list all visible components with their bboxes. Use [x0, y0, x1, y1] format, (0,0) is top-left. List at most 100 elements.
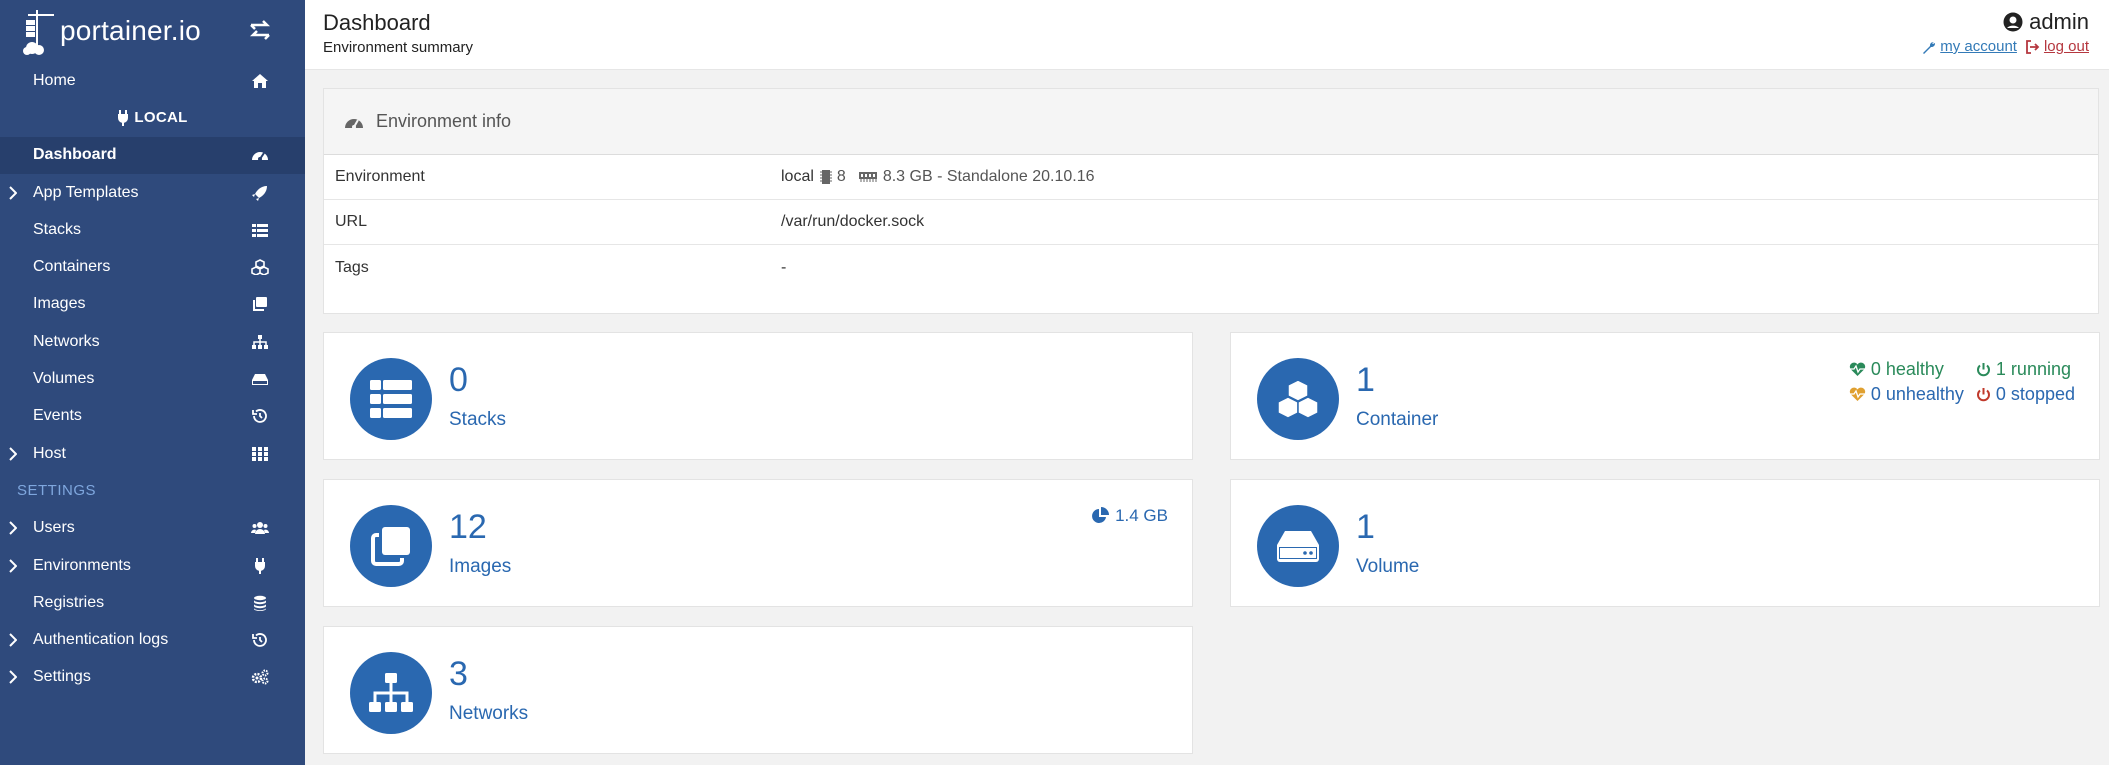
sidebar-item-label: Containers — [33, 258, 111, 276]
sidebar-item-label: Environments — [33, 556, 131, 574]
networks-tile[interactable]: 3 Networks — [323, 626, 1193, 754]
row-key: Environment — [335, 168, 425, 185]
sidebar-item-containers[interactable]: Containers — [0, 248, 305, 285]
networks-tile-icon-circle — [350, 652, 432, 734]
sidebar-item-users[interactable]: Users — [0, 510, 305, 547]
sidebar-item-authentication-logs[interactable]: Authentication logs — [0, 621, 305, 658]
pie-chart-icon — [1092, 507, 1110, 523]
plug-icon — [255, 557, 265, 574]
cubes-icon — [1277, 379, 1319, 419]
networks-count: 3 — [449, 655, 468, 693]
plug-icon — [118, 109, 129, 126]
microchip-icon — [819, 170, 832, 184]
row-key: Tags — [335, 258, 369, 276]
chevron-right-icon — [9, 670, 17, 685]
sidebar-item-label: Users — [33, 519, 75, 537]
running-status: 1 running — [1976, 359, 2075, 380]
containers-tile-icon-circle — [1257, 358, 1339, 440]
chevron-right-icon — [9, 558, 17, 573]
sidebar-item-label: Volumes — [33, 370, 95, 388]
sidebar-item-label: Networks — [33, 332, 100, 350]
sidebar-item-label: Authentication logs — [33, 631, 169, 649]
sidebar-item-stacks[interactable]: Stacks — [0, 211, 305, 248]
sidebar-item-label: Home — [33, 71, 76, 89]
sidebar-item-label: Images — [33, 295, 86, 313]
row-value: - — [781, 258, 787, 276]
volumes-count: 1 — [1356, 508, 1375, 546]
unhealthy-status: 0 unhealthy — [1849, 384, 1964, 405]
stacks-tile-icon-circle — [350, 358, 432, 440]
sidebar-item-events[interactable]: Events — [0, 398, 305, 435]
sidebar-item-label: Settings — [33, 668, 91, 686]
table-row: URL /var/run/docker.sock — [324, 200, 2098, 245]
stacks-tile[interactable]: 0 Stacks — [323, 332, 1193, 460]
heartbeat-icon — [1849, 362, 1866, 376]
user-menu: admin — [2003, 9, 2089, 35]
environment-title: LOCAL — [0, 99, 305, 136]
sidebar-item-settings[interactable]: Settings — [0, 659, 305, 696]
users-icon — [251, 522, 269, 535]
sidebar-item-images[interactable]: Images — [0, 286, 305, 323]
th-icon — [252, 446, 268, 461]
memory-and-version: 8.3 GB - Standalone 20.10.16 — [882, 168, 1095, 185]
page-title: Dashboard — [323, 10, 431, 35]
clone-icon — [371, 527, 410, 566]
heartbeat-icon — [1849, 387, 1866, 401]
sidebar-item-label: Dashboard — [33, 146, 117, 164]
sidebar-item-home[interactable]: Home — [0, 62, 305, 99]
user-circle-icon — [2003, 12, 2023, 32]
log-out-label: log out — [2043, 38, 2089, 55]
healthy-count: 0 healthy — [1870, 359, 1944, 379]
rocket-icon — [252, 185, 267, 201]
wrench-icon — [1923, 41, 1936, 54]
brand[interactable]: portainer.io — [0, 0, 305, 62]
my-account-label: my account — [1940, 38, 2017, 55]
sidebar-item-host[interactable]: Host — [0, 435, 305, 472]
sidebar: portainer.io Home LOCAL Dashboard App Te… — [0, 0, 305, 765]
running-count: 1 running — [1995, 359, 2071, 379]
clone-icon — [253, 297, 267, 312]
environment-info-title: Environment info — [376, 111, 512, 131]
list-icon — [370, 380, 412, 418]
images-size-value: 1.4 GB — [1115, 506, 1168, 525]
healthy-status: 0 healthy — [1849, 359, 1964, 380]
hdd-icon — [252, 374, 268, 386]
sidebar-item-volumes[interactable]: Volumes — [0, 360, 305, 397]
cpu-count: 8 — [836, 168, 846, 185]
containers-tile[interactable]: 1 Container 0 healthy 1 running 0 unheal… — [1230, 332, 2100, 460]
chevron-right-icon — [9, 446, 17, 461]
my-account-link[interactable]: my account — [1922, 38, 2017, 55]
volumes-tile[interactable]: 1 Volume — [1230, 479, 2100, 607]
log-out-link[interactable]: log out — [2025, 38, 2089, 55]
row-value: local 8 8.3 GB - Standalone 20.10.16 — [781, 168, 1095, 186]
environment-info-header: Environment info — [324, 89, 2098, 155]
table-row: Tags - — [324, 245, 2098, 290]
environment-name-value: local — [781, 168, 814, 185]
sidebar-item-registries[interactable]: Registries — [0, 584, 305, 621]
stacks-count: 0 — [449, 361, 468, 399]
stacks-label: Stacks — [449, 409, 507, 430]
sidebar-item-app-templates[interactable]: App Templates — [0, 174, 305, 211]
chevron-right-icon — [9, 633, 17, 647]
networks-label: Networks — [449, 703, 529, 724]
sidebar-item-networks[interactable]: Networks — [0, 323, 305, 360]
username: admin — [2029, 9, 2089, 34]
sidebar-item-environments[interactable]: Environments — [0, 547, 305, 584]
page-subtitle: Environment summary — [323, 39, 474, 56]
sidebar-item-dashboard[interactable]: Dashboard — [0, 136, 305, 174]
dashboard-icon — [252, 152, 268, 162]
database-icon — [254, 595, 266, 611]
hdd-icon — [1277, 531, 1319, 562]
container-status-summary: 0 healthy 1 running 0 unhealthy 0 stoppe… — [1849, 359, 2075, 405]
cubes-icon — [251, 259, 269, 276]
volumes-label: Volume — [1356, 556, 1420, 577]
sidebar-item-label: Events — [33, 407, 82, 425]
images-size: 1.4 GB — [1091, 506, 1168, 526]
images-label: Images — [449, 556, 512, 577]
chevron-right-icon — [9, 521, 17, 535]
images-tile[interactable]: 12 Images 1.4 GB — [323, 479, 1193, 607]
portainer-logo-icon — [23, 10, 54, 55]
sidebar-toggle-icon[interactable] — [247, 18, 273, 42]
settings-section-title: SETTINGS — [17, 482, 97, 500]
stopped-count: 0 stopped — [1995, 384, 2075, 404]
